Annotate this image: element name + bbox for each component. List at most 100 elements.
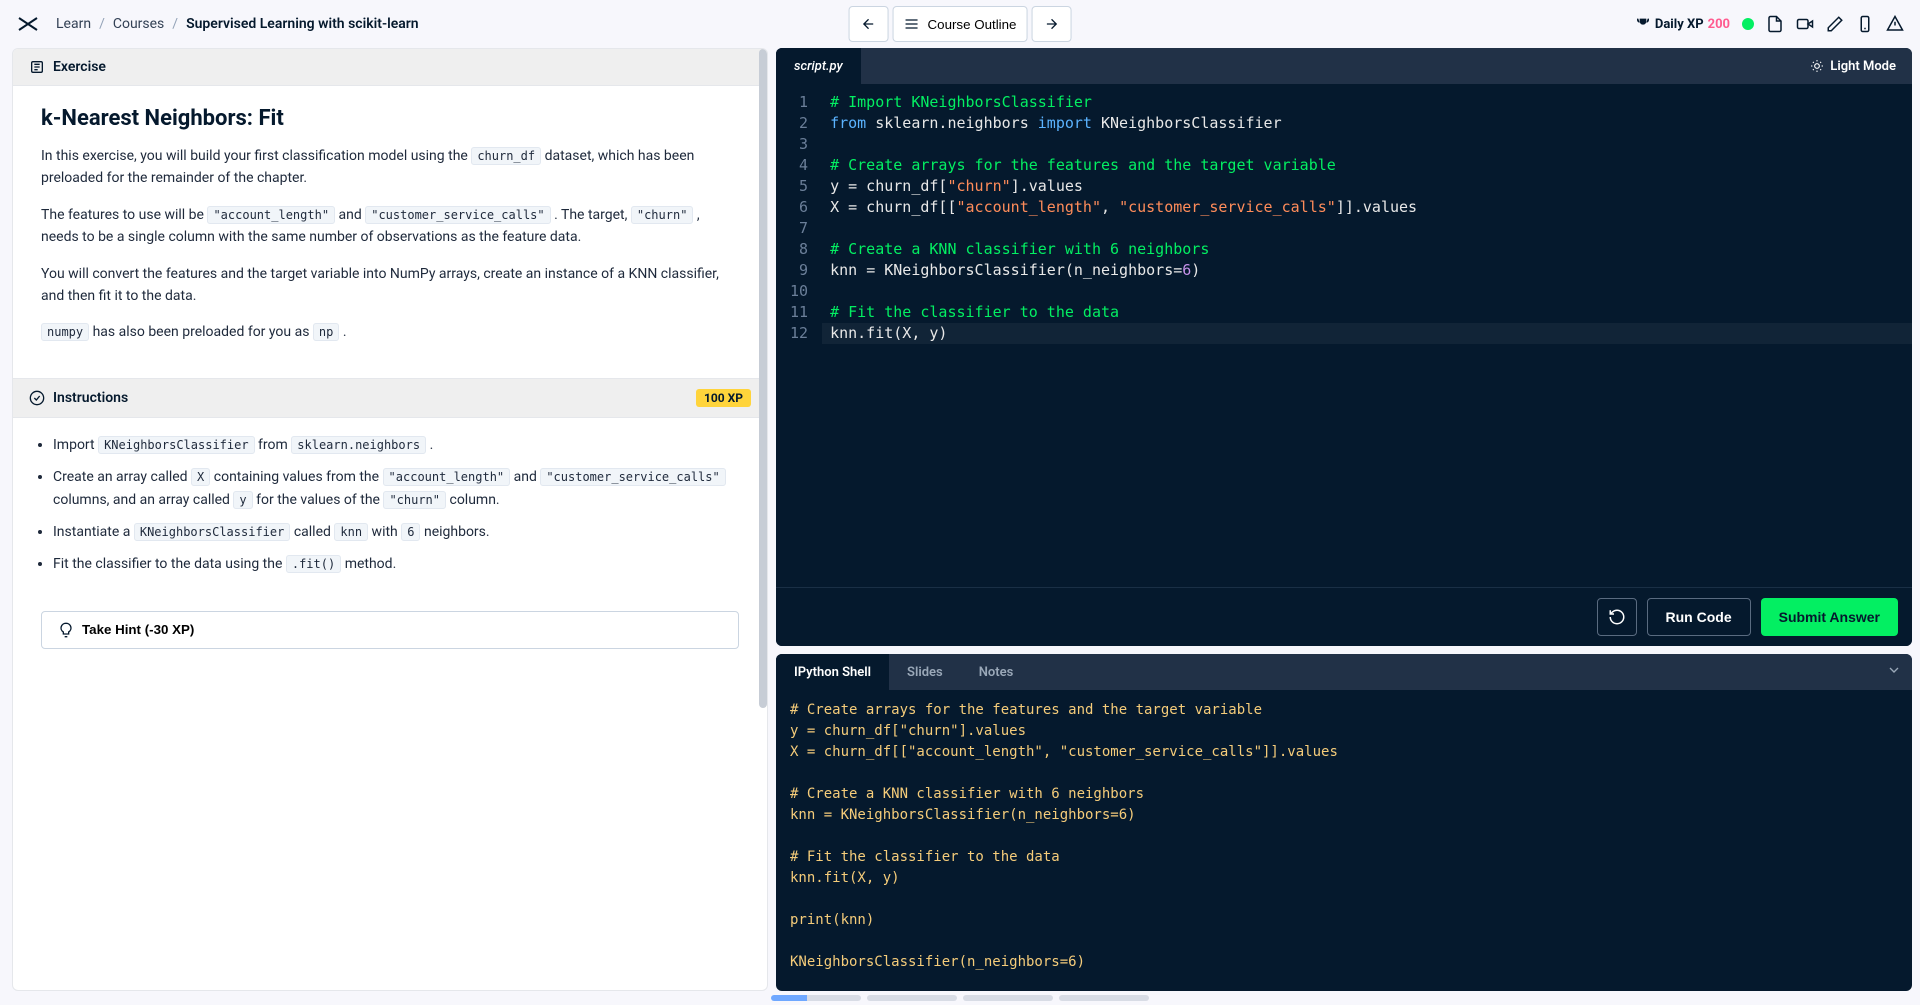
code-line: # Create a KNN classifier with 6 neighbo…	[822, 239, 1912, 260]
topbar: Learn / Courses / Supervised Learning wi…	[0, 0, 1920, 48]
light-mode-button[interactable]: Light Mode	[1794, 59, 1912, 74]
exercise-p2: The features to use will be "account_len…	[41, 204, 739, 249]
code-line: knn = KNeighborsClassifier(n_neighbors=6…	[822, 260, 1912, 281]
prev-button[interactable]	[849, 6, 889, 42]
breadcrumb: Learn / Courses / Supervised Learning wi…	[56, 16, 419, 32]
code-inline: np	[313, 323, 339, 341]
code-inline: churn_df	[471, 147, 541, 165]
progress-seg[interactable]	[771, 995, 861, 1001]
instruction-item: Instantiate a KNeighborsClassifier calle…	[53, 521, 739, 545]
exercise-p4: numpy has also been preloaded for you as…	[41, 321, 739, 343]
code-line	[822, 134, 1912, 155]
code-inline: "churn"	[383, 491, 446, 509]
code-inline: y	[233, 491, 252, 509]
progress-seg[interactable]	[963, 995, 1053, 1001]
tab-slides[interactable]: Slides	[889, 654, 961, 690]
code-line: knn.fit(X, y)	[822, 323, 1912, 344]
code-inline: "account_length"	[207, 206, 335, 224]
logo-area: Learn / Courses / Supervised Learning wi…	[16, 12, 419, 36]
code-inline: "customer_service_calls"	[540, 468, 725, 486]
code-inline: X	[191, 468, 210, 486]
course-outline-label: Course Outline	[928, 17, 1017, 32]
exercise-label: Exercise	[53, 59, 106, 75]
daily-xp[interactable]: Daily XP 200	[1635, 16, 1730, 32]
exercise-title: k-Nearest Neighbors: Fit	[41, 106, 739, 131]
code-inline: KNeighborsClassifier	[98, 436, 255, 454]
sun-icon	[1810, 59, 1824, 73]
progress-bar	[771, 995, 1149, 1001]
progress-seg[interactable]	[867, 995, 957, 1001]
code-area[interactable]: 1 2 3 4 5 6 7 8 9 10 11 12 # Import KNei…	[776, 84, 1912, 587]
instruction-item: Create an array called X containing valu…	[53, 466, 739, 514]
run-code-button[interactable]: Run Code	[1647, 598, 1751, 636]
console: IPython Shell Slides Notes # Create arra…	[776, 654, 1912, 991]
code-inline: "account_length"	[383, 468, 511, 486]
light-mode-label: Light Mode	[1830, 59, 1896, 74]
editor-footer: Run Code Submit Answer	[776, 587, 1912, 646]
exercise-body: k-Nearest Neighbors: Fit In this exercis…	[13, 86, 767, 378]
code-inline: "customer_service_calls"	[365, 206, 550, 224]
editor-tab-script[interactable]: script.py	[776, 48, 861, 84]
progress-seg[interactable]	[1059, 995, 1149, 1001]
breadcrumb-current: Supervised Learning with scikit-learn	[186, 16, 419, 32]
scrollbar-thumb[interactable]	[759, 49, 767, 708]
exercise-p3: You will convert the features and the ta…	[41, 263, 739, 308]
console-collapse-button[interactable]	[1876, 662, 1912, 682]
breadcrumb-sep: /	[99, 16, 105, 32]
exercise-panel: Exercise k-Nearest Neighbors: Fit In thi…	[12, 48, 768, 991]
submit-answer-button[interactable]: Submit Answer	[1761, 598, 1898, 636]
exercise-header: Exercise	[13, 49, 767, 86]
hint-label: Take Hint (-30 XP)	[82, 622, 194, 637]
code-inline: .fit()	[286, 555, 341, 573]
code-lines: # Import KNeighborsClassifier from sklea…	[822, 84, 1912, 587]
exercise-p1: In this exercise, you will build your fi…	[41, 145, 739, 190]
breadcrumb-learn[interactable]: Learn	[56, 16, 91, 32]
next-button[interactable]	[1031, 6, 1071, 42]
code-line: from sklearn.neighbors import KNeighbors…	[822, 113, 1912, 134]
code-inline: KNeighborsClassifier	[134, 523, 291, 541]
instructions-label: Instructions	[53, 390, 128, 406]
chevron-down-icon	[1886, 662, 1902, 678]
daily-xp-label: Daily XP	[1655, 17, 1704, 32]
code-line	[822, 281, 1912, 302]
breadcrumb-courses[interactable]: Courses	[113, 16, 164, 32]
file-icon[interactable]	[1766, 15, 1784, 33]
warning-icon[interactable]	[1886, 15, 1904, 33]
gutter: 1 2 3 4 5 6 7 8 9 10 11 12	[776, 84, 822, 587]
main-area: Exercise k-Nearest Neighbors: Fit In thi…	[0, 48, 1920, 991]
tab-ipython-shell[interactable]: IPython Shell	[776, 654, 889, 690]
tab-notes[interactable]: Notes	[961, 654, 1032, 690]
console-output[interactable]: # Create arrays for the features and the…	[776, 690, 1912, 991]
code-line: # Import KNeighborsClassifier	[822, 92, 1912, 113]
logo-icon[interactable]	[16, 12, 40, 36]
scrollbar[interactable]	[759, 49, 767, 990]
editor: script.py Light Mode 1 2 3 4 5 6 7 8 9	[776, 48, 1912, 646]
take-hint-button[interactable]: Take Hint (-30 XP)	[41, 611, 739, 649]
mobile-icon[interactable]	[1856, 15, 1874, 33]
instruction-list: Import KNeighborsClassifier from sklearn…	[13, 418, 767, 601]
check-circle-icon	[29, 390, 45, 406]
bulb-icon	[58, 622, 74, 638]
arrow-right-icon	[1043, 16, 1059, 32]
code-inline: 6	[401, 523, 420, 541]
reset-icon	[1608, 608, 1626, 626]
course-outline-button[interactable]: Course Outline	[893, 6, 1028, 42]
nav-center: Course Outline	[849, 6, 1072, 42]
trophy-icon	[1635, 16, 1651, 32]
exercise-icon	[29, 59, 45, 75]
menu-icon	[904, 16, 920, 32]
code-line: X = churn_df[["account_length", "custome…	[822, 197, 1912, 218]
daily-xp-value: 200	[1708, 17, 1730, 32]
code-inline: sklearn.neighbors	[291, 436, 426, 454]
code-inline: "churn"	[631, 206, 694, 224]
code-line: y = churn_df["churn"].values	[822, 176, 1912, 197]
right-panel: script.py Light Mode 1 2 3 4 5 6 7 8 9	[776, 48, 1912, 991]
instruction-item: Import KNeighborsClassifier from sklearn…	[53, 434, 739, 458]
reset-button[interactable]	[1597, 598, 1637, 636]
arrow-left-icon	[861, 16, 877, 32]
video-icon[interactable]	[1796, 15, 1814, 33]
editor-tabs: script.py Light Mode	[776, 48, 1912, 84]
code-inline: numpy	[41, 323, 89, 341]
edit-icon[interactable]	[1826, 15, 1844, 33]
code-line	[822, 218, 1912, 239]
